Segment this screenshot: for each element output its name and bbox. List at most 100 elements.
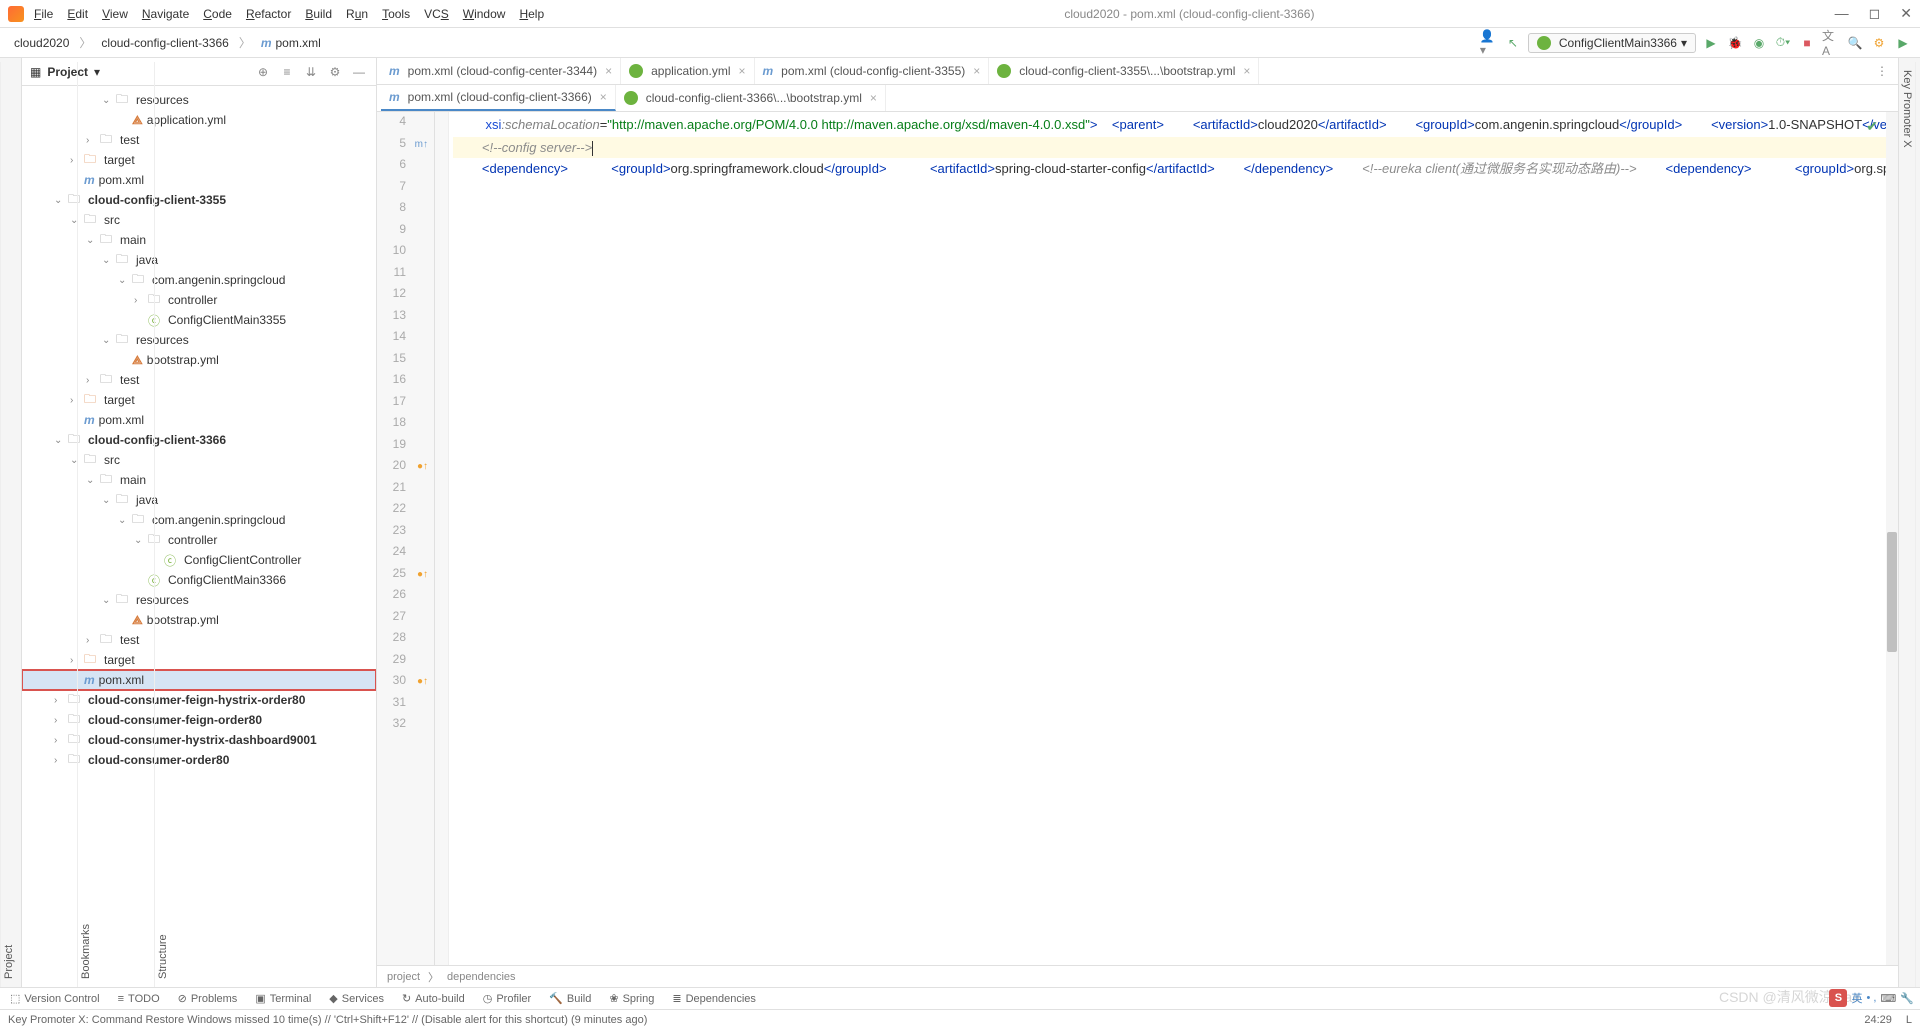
line-number[interactable]: 6 — [377, 157, 434, 179]
line-number[interactable]: 29 — [377, 652, 434, 674]
run-config-selector[interactable]: ConfigClientMain3366 ▾ — [1528, 33, 1696, 53]
settings-gear-icon[interactable]: ⚙ — [326, 63, 344, 81]
close-window-icon[interactable]: ✕ — [1900, 5, 1912, 22]
line-number[interactable]: 21 — [377, 480, 434, 502]
tree-node[interactable]: ›🗀cloud-consumer-feign-order80 — [22, 710, 376, 730]
stop-icon[interactable]: ■ — [1798, 34, 1816, 52]
line-separator[interactable]: L — [1906, 1014, 1912, 1026]
menu-run[interactable]: Run — [346, 7, 368, 21]
ime-settings-icon[interactable]: 🔧 — [1900, 992, 1914, 1005]
gutter-mark-icon[interactable]: ●↑ — [417, 461, 428, 472]
line-number[interactable]: 17 — [377, 394, 434, 416]
line-number[interactable]: 16 — [377, 372, 434, 394]
tree-node[interactable]: mpom.xml — [22, 410, 376, 430]
minimize-icon[interactable]: — — [1835, 5, 1849, 22]
tree-node[interactable]: ⟁application.yml — [22, 110, 376, 130]
line-number[interactable]: 31 — [377, 695, 434, 717]
menu-tools[interactable]: Tools — [382, 7, 410, 21]
line-number[interactable]: 18 — [377, 415, 434, 437]
tree-arrow-icon[interactable]: ⌄ — [118, 515, 132, 526]
coverage-icon[interactable]: ◉ — [1750, 34, 1768, 52]
tree-node[interactable]: ⓒConfigClientMain3355 — [22, 310, 376, 330]
tree-arrow-icon[interactable]: ⌄ — [102, 595, 116, 606]
tool-dependencies[interactable]: ≣ Dependencies — [672, 992, 756, 1005]
tree-node[interactable]: ⓒConfigClientController — [22, 550, 376, 570]
menu-file[interactable]: File — [34, 7, 53, 21]
tree-node[interactable]: ›🗀controller — [22, 290, 376, 310]
line-number[interactable]: 8 — [377, 200, 434, 222]
line-number[interactable]: 5m↑ — [377, 136, 434, 158]
menu-view[interactable]: View — [102, 7, 128, 21]
settings-icon[interactable]: ⚙ — [1870, 34, 1888, 52]
scrollbar-thumb[interactable] — [1887, 532, 1897, 652]
tree-arrow-icon[interactable]: ⌄ — [102, 495, 116, 506]
tree-node[interactable]: ›🗀target — [22, 150, 376, 170]
tree-node[interactable]: ›🗀test — [22, 370, 376, 390]
tree-node[interactable]: ⌄🗀com.angenin.springcloud — [22, 270, 376, 290]
search-icon[interactable]: 🔍 — [1846, 34, 1864, 52]
tree-arrow-icon[interactable]: ⌄ — [102, 95, 116, 106]
line-number[interactable]: 20●↑ — [377, 458, 434, 480]
line-number[interactable]: 4 — [377, 114, 434, 136]
line-number[interactable]: 26 — [377, 587, 434, 609]
line-number[interactable]: 32 — [377, 716, 434, 738]
menu-refactor[interactable]: Refactor — [246, 7, 291, 21]
tree-node[interactable]: ›🗀cloud-consumer-order80 — [22, 750, 376, 770]
line-number[interactable]: 13 — [377, 308, 434, 330]
tree-node[interactable]: ⌄🗀com.angenin.springcloud — [22, 510, 376, 530]
line-number[interactable]: 12 — [377, 286, 434, 308]
line-number[interactable]: 24 — [377, 544, 434, 566]
tree-node[interactable]: ⌄🗀src — [22, 450, 376, 470]
editor-tab[interactable]: mpom.xml (cloud-config-center-3344)× — [381, 58, 621, 84]
tree-node[interactable]: ⌄🗀src — [22, 210, 376, 230]
tree-arrow-icon[interactable]: › — [134, 295, 148, 306]
tree-node[interactable]: ›🗀cloud-consumer-hystrix-dashboard9001 — [22, 730, 376, 750]
tool-profiler[interactable]: ◷ Profiler — [483, 992, 531, 1005]
breadcrumb-file[interactable]: mpom.xml — [255, 34, 327, 52]
expand-all-icon[interactable]: ≡ — [278, 63, 296, 81]
close-tab-icon[interactable]: × — [870, 91, 877, 105]
editor-tab[interactable]: application.yml× — [621, 58, 754, 84]
editor-tab[interactable]: mpom.xml (cloud-config-client-3366)× — [381, 85, 616, 111]
editor-tab[interactable]: mpom.xml (cloud-config-client-3355)× — [755, 58, 990, 84]
tree-node[interactable]: ⌄🗀java — [22, 250, 376, 270]
code-editor[interactable]: xsi:schemaLocation="http://maven.apache.… — [449, 112, 1898, 965]
translate-icon[interactable]: 文A — [1822, 34, 1840, 52]
breadcrumb-root[interactable]: cloud2020 — [8, 34, 75, 52]
close-tab-icon[interactable]: × — [973, 64, 980, 78]
menu-build[interactable]: Build — [305, 7, 332, 21]
close-tab-icon[interactable]: × — [605, 64, 612, 78]
hide-icon[interactable]: — — [350, 63, 368, 81]
run-icon[interactable]: ▶ — [1702, 34, 1720, 52]
menu-vcs[interactable]: VCS — [424, 7, 449, 21]
tree-arrow-icon[interactable]: › — [54, 695, 68, 706]
tool-spring[interactable]: ❀ Spring — [609, 992, 654, 1005]
line-number[interactable]: 14 — [377, 329, 434, 351]
tree-node[interactable]: ›🗀test — [22, 130, 376, 150]
gutter-mark-icon[interactable]: ●↑ — [417, 676, 428, 687]
line-number[interactable]: 30●↑ — [377, 673, 434, 695]
tool-autobuild[interactable]: ↻ Auto-build — [402, 992, 465, 1005]
locate-icon[interactable]: ⊕ — [254, 63, 272, 81]
tree-node[interactable]: ⌄🗀main — [22, 470, 376, 490]
ime-lang-icon[interactable]: 英 — [1851, 990, 1862, 1006]
gutter-maven-icon[interactable]: m↑ — [415, 139, 428, 150]
line-number[interactable]: 10 — [377, 243, 434, 265]
gutter-mark-icon[interactable]: ●↑ — [417, 569, 428, 580]
line-number-gutter[interactable]: 45m↑67891011121314151617181920●↑21222324… — [377, 112, 435, 965]
ime-punct-icon[interactable]: • , — [1866, 992, 1876, 1004]
tree-node[interactable]: ⟁bootstrap.yml — [22, 610, 376, 630]
tool-todo[interactable]: ≡ TODO — [118, 993, 160, 1005]
line-number[interactable]: 15 — [377, 351, 434, 373]
collapse-all-icon[interactable]: ⇊ — [302, 63, 320, 81]
project-tree[interactable]: ⌄🗀resources⟁application.yml›🗀test›🗀targe… — [22, 86, 376, 987]
tool-project[interactable]: Project — [0, 62, 17, 987]
line-number[interactable]: 25●↑ — [377, 566, 434, 588]
tree-node[interactable]: ›🗀target — [22, 390, 376, 410]
tree-arrow-icon[interactable]: › — [54, 755, 68, 766]
tree-arrow-icon[interactable]: ⌄ — [102, 255, 116, 266]
line-number[interactable]: 9 — [377, 222, 434, 244]
debug-icon[interactable]: 🐞 — [1726, 34, 1744, 52]
tool-bookmarks[interactable]: Bookmarks — [77, 62, 94, 987]
tool-problems[interactable]: ⊘ Problems — [178, 992, 238, 1005]
